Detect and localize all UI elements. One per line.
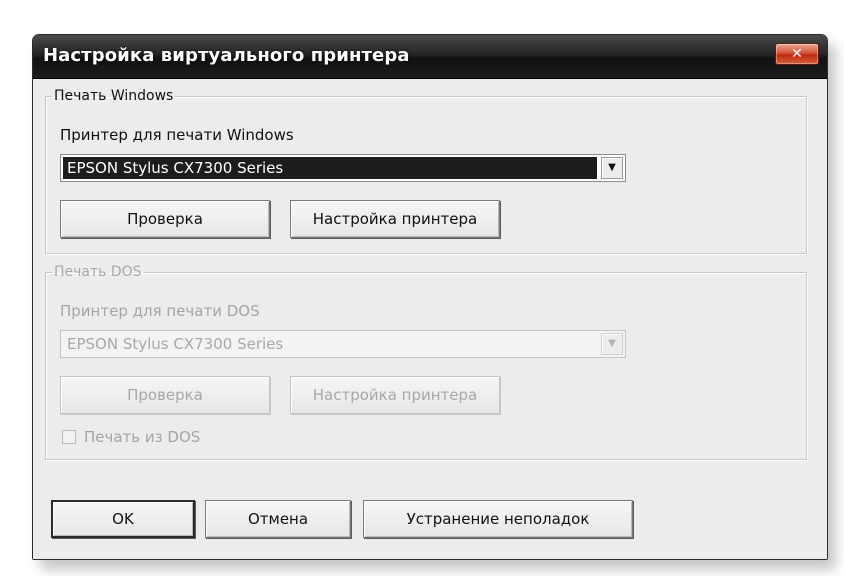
cancel-button[interactable]: Отмена <box>205 500 351 538</box>
dialog-content: Печать Windows Принтер для печати Window… <box>33 80 827 559</box>
printer-settings-dialog: Настройка виртуального принтера ✕ Печать… <box>32 34 828 560</box>
dos-printer-label: Принтер для печати DOS <box>60 302 260 320</box>
dos-printer-settings-button[interactable]: Настройка принтера <box>290 376 500 414</box>
dos-check-button[interactable]: Проверка <box>60 376 270 414</box>
window-title: Настройка виртуального принтера <box>43 45 410 66</box>
dos-printer-select[interactable]: EPSON Stylus CX7300 Series ▼ <box>60 330 626 358</box>
title-bar[interactable]: Настройка виртуального принтера ✕ <box>33 35 827 79</box>
dos-printer-value: EPSON Stylus CX7300 Series <box>67 335 284 353</box>
windows-printer-label: Принтер для печати Windows <box>60 126 294 144</box>
windows-printer-settings-button[interactable]: Настройка принтера <box>290 200 500 238</box>
chevron-down-icon[interactable]: ▼ <box>601 333 623 355</box>
print-from-dos-checkbox[interactable] <box>62 430 76 444</box>
screen: Настройка виртуального принтера ✕ Печать… <box>0 0 844 576</box>
print-from-dos-label: Печать из DOS <box>84 428 201 446</box>
dos-print-group: Печать DOS Принтер для печати DOS EPSON … <box>45 264 807 460</box>
close-icon: ✕ <box>791 46 803 62</box>
close-button[interactable]: ✕ <box>775 43 819 65</box>
windows-printer-select[interactable]: EPSON Stylus CX7300 Series ▼ <box>60 154 626 182</box>
print-from-dos-row[interactable]: Печать из DOS <box>62 428 262 446</box>
ok-button[interactable]: OK <box>51 500 195 538</box>
chevron-down-icon[interactable]: ▼ <box>601 157 623 179</box>
dos-print-legend: Печать DOS <box>54 264 142 280</box>
windows-check-button[interactable]: Проверка <box>60 200 270 238</box>
windows-printer-value: EPSON Stylus CX7300 Series <box>63 157 597 179</box>
windows-print-group: Печать Windows Принтер для печати Window… <box>45 88 807 254</box>
windows-print-legend: Печать Windows <box>54 88 174 104</box>
troubleshoot-button[interactable]: Устранение неполадок <box>363 500 633 538</box>
